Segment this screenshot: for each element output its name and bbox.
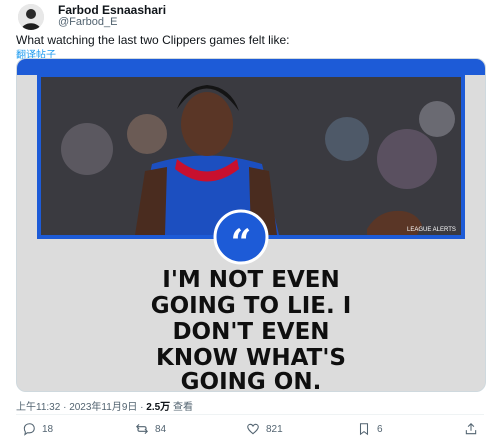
quote-line: GOING ON. bbox=[181, 369, 322, 391]
repost-icon bbox=[136, 423, 148, 435]
tweet-meta: 上午11:32 · 2023年11月9日 · 2.5万 查看 bbox=[16, 402, 193, 413]
watermark: LEAGUE ALERTS bbox=[407, 227, 456, 233]
author-name[interactable]: Farbod Esnaashari bbox=[58, 3, 166, 17]
reply-button[interactable]: 18 bbox=[22, 422, 53, 436]
quote-line: KNOW WHAT'S bbox=[156, 345, 346, 371]
share-button[interactable] bbox=[464, 422, 478, 436]
views-count: 2.5万 bbox=[146, 402, 171, 413]
tweet-time[interactable]: 上午11:32 bbox=[16, 402, 60, 413]
bookmark-icon bbox=[359, 423, 369, 436]
quote-line: DON'T EVEN bbox=[172, 319, 329, 345]
like-count: 821 bbox=[266, 423, 283, 435]
tweet-image[interactable]: LEAGUE ALERTS “ I'M NOT EVEN GOING TO LI… bbox=[16, 58, 486, 392]
share-icon bbox=[465, 423, 477, 435]
avatar[interactable] bbox=[18, 4, 44, 30]
author-handle[interactable]: @Farbod_E bbox=[58, 16, 117, 28]
divider bbox=[16, 414, 484, 415]
blue-banner bbox=[17, 59, 485, 75]
bookmark-button[interactable]: 6 bbox=[357, 422, 383, 436]
media-graphic: LEAGUE ALERTS “ I'M NOT EVEN GOING TO LI… bbox=[17, 59, 485, 391]
like-button[interactable]: 821 bbox=[246, 422, 283, 436]
views-label: 查看 bbox=[172, 402, 193, 413]
tweet-date[interactable]: 2023年11月9日 bbox=[69, 402, 137, 413]
svg-text:“: “ bbox=[231, 222, 252, 264]
avatar-image bbox=[18, 4, 44, 30]
bookmark-count: 6 bbox=[377, 423, 383, 435]
quote-line: I'M NOT EVEN bbox=[162, 267, 339, 293]
heart-icon bbox=[247, 423, 259, 435]
reply-icon bbox=[23, 423, 35, 436]
quote-line: GOING TO LIE. I bbox=[151, 293, 352, 319]
repost-button[interactable]: 84 bbox=[135, 422, 166, 436]
reply-count: 18 bbox=[42, 423, 54, 435]
repost-count: 84 bbox=[155, 423, 167, 435]
tweet-text: What watching the last two Clippers game… bbox=[16, 33, 290, 47]
